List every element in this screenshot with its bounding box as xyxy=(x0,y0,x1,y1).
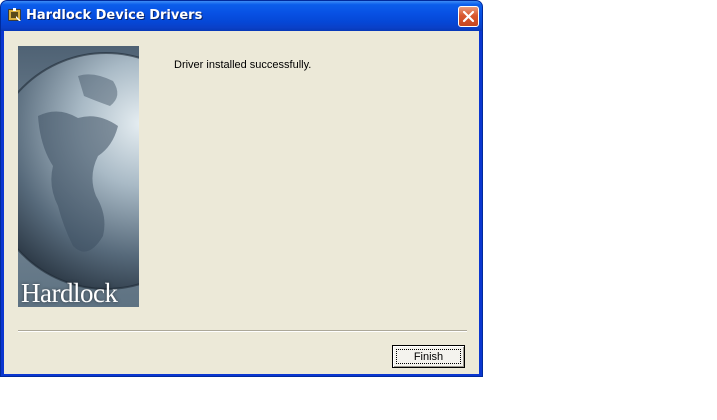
focus-rectangle xyxy=(396,349,461,364)
window-title: Hardlock Device Drivers xyxy=(26,8,203,23)
installer-window: Hardlock Device Drivers Hardlock Driver … xyxy=(0,0,483,377)
title-bar[interactable]: Hardlock Device Drivers xyxy=(1,1,482,31)
globe-banner-image: Hardlock xyxy=(18,46,139,307)
dialog-body: Hardlock Driver installed successfully. … xyxy=(4,31,479,374)
button-separator xyxy=(18,330,467,332)
hardlock-app-icon[interactable] xyxy=(7,7,23,23)
close-icon xyxy=(462,10,475,23)
close-button[interactable] xyxy=(458,6,479,27)
finish-button[interactable]: Finish xyxy=(392,345,465,368)
hardlock-logo-text: Hardlock xyxy=(21,278,118,307)
status-message: Driver installed successfully. xyxy=(174,59,312,71)
